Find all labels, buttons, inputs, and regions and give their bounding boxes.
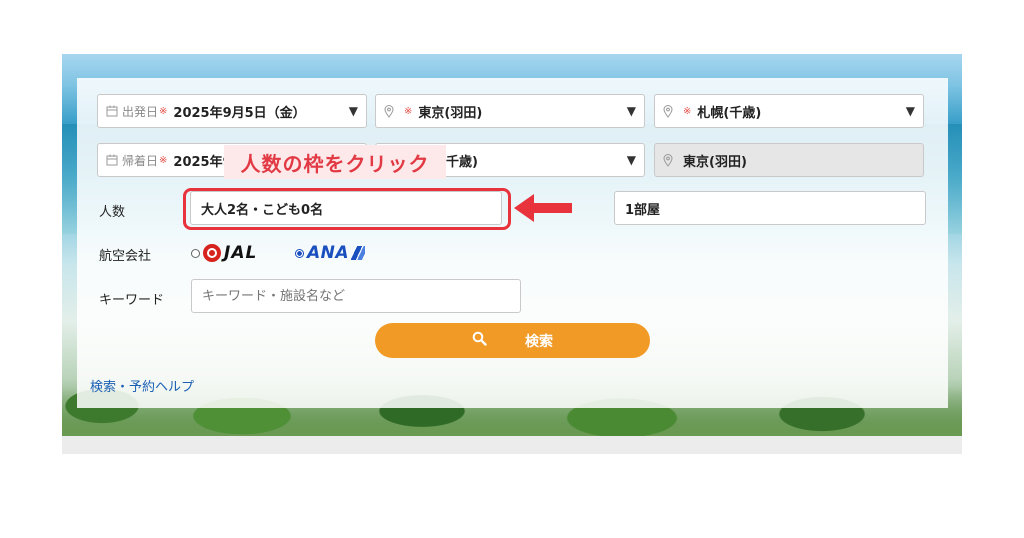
required-mark: ※ xyxy=(404,105,413,117)
required-mark: ※ xyxy=(159,154,168,166)
chevron-down-icon: ▼ xyxy=(626,153,636,167)
search-button-label: 検索 xyxy=(525,333,553,350)
origin-select[interactable]: ※ 東京(羽田) ▼ xyxy=(375,94,645,128)
chevron-down-icon: ▼ xyxy=(905,104,915,118)
departure-date-value: 2025年9月5日（金） xyxy=(173,105,306,121)
return-date-label: 帰着日 xyxy=(122,153,159,168)
annotation-highlight-box xyxy=(183,188,511,230)
search-help-link[interactable]: 検索・予約ヘルプ xyxy=(90,376,194,395)
search-button[interactable]: 検索 xyxy=(375,323,650,358)
radio-selected[interactable] xyxy=(295,248,304,258)
destination-select[interactable]: ※ 札幌(千歳) ▼ xyxy=(654,94,924,128)
departure-date-select[interactable]: 出発日 ※ 2025年9月5日（金） ▼ xyxy=(97,94,367,128)
ana-logo-text: ANA xyxy=(307,243,350,263)
rooms-field[interactable]: 1部屋 xyxy=(614,191,926,225)
airline-option-jal[interactable]: JAL xyxy=(191,243,257,263)
chevron-down-icon: ▼ xyxy=(626,104,636,118)
keyword-label: キーワード xyxy=(99,293,165,308)
footer-strip xyxy=(62,436,962,454)
required-mark: ※ xyxy=(159,105,168,117)
airline-label: 航空会社 xyxy=(99,249,152,264)
location-pin-icon xyxy=(663,153,673,167)
annotation-callout: 人数の枠をクリック xyxy=(224,145,446,179)
ana-logo-mark-icon xyxy=(351,246,366,260)
location-pin-icon xyxy=(384,104,394,118)
jal-logo-text: JAL xyxy=(224,243,258,263)
people-label: 人数 xyxy=(99,205,126,220)
airline-option-ana[interactable]: ANA xyxy=(295,243,366,263)
return-origin-value: 千歳) xyxy=(446,154,478,170)
departure-date-label: 出発日 xyxy=(122,104,159,119)
return-destination-field: 東京(羽田) xyxy=(654,143,924,177)
search-icon xyxy=(472,331,487,350)
radio-unselected[interactable] xyxy=(191,248,200,258)
chevron-down-icon: ▼ xyxy=(348,104,358,118)
rooms-value: 1部屋 xyxy=(625,202,661,218)
required-mark: ※ xyxy=(683,105,692,117)
calendar-icon xyxy=(106,154,118,166)
location-pin-icon xyxy=(663,104,673,118)
jal-crane-logo-icon xyxy=(203,244,221,262)
return-date-value: 2025年9 xyxy=(173,154,232,170)
origin-value: 東京(羽田) xyxy=(418,105,483,121)
return-destination-value: 東京(羽田) xyxy=(683,154,747,170)
calendar-icon xyxy=(106,105,118,117)
annotation-arrow-icon xyxy=(514,194,572,222)
keyword-input[interactable] xyxy=(191,279,521,313)
destination-value: 札幌(千歳) xyxy=(697,105,762,121)
